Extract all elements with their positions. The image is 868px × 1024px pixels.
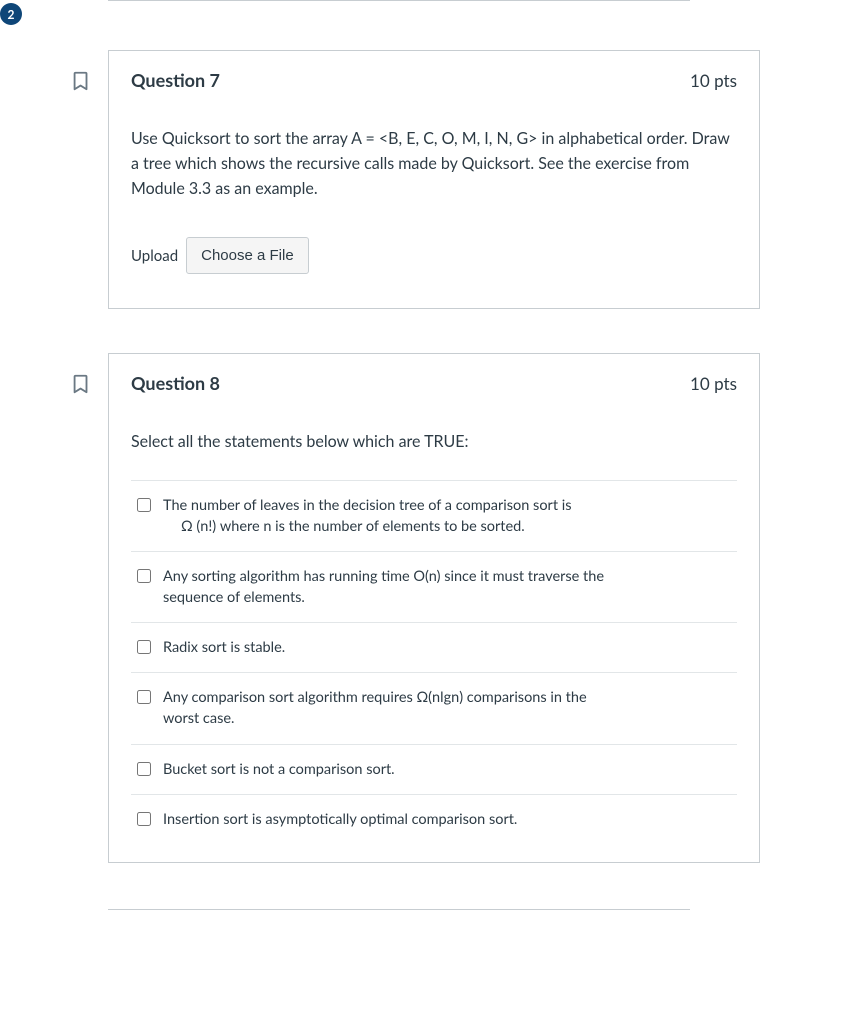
question-title: Question 8 bbox=[131, 372, 220, 394]
bookmark-icon[interactable] bbox=[70, 373, 92, 395]
option-row[interactable]: Any sorting algorithm has running time O… bbox=[131, 551, 737, 622]
option-checkbox[interactable] bbox=[137, 690, 151, 704]
option-text: The number of leaves in the decision tre… bbox=[163, 495, 572, 537]
option-row[interactable]: Insertion sort is asymptotically optimal… bbox=[131, 794, 737, 834]
question-body: Select all the statements below which ar… bbox=[109, 412, 759, 861]
question-prompt: Select all the statements below which ar… bbox=[131, 430, 737, 454]
choose-file-button[interactable]: Choose a File bbox=[186, 237, 309, 274]
option-row[interactable]: Bucket sort is not a comparison sort. bbox=[131, 744, 737, 794]
question-row: Question 7 10 pts Use Quicksort to sort … bbox=[70, 50, 760, 309]
option-row[interactable]: Any comparison sort algorithm requires Ω… bbox=[131, 672, 737, 743]
option-text: Any comparison sort algorithm requires Ω… bbox=[163, 687, 587, 729]
option-row[interactable]: The number of leaves in the decision tre… bbox=[131, 480, 737, 551]
option-text: Any sorting algorithm has running time O… bbox=[163, 566, 604, 608]
question-header: Question 7 10 pts bbox=[109, 51, 759, 109]
questions-container: Question 7 10 pts Use Quicksort to sort … bbox=[70, 0, 760, 863]
upload-label: Upload bbox=[131, 247, 178, 265]
option-checkbox[interactable] bbox=[137, 812, 151, 826]
question-points: 10 pts bbox=[690, 70, 737, 91]
top-divider bbox=[108, 0, 690, 1]
page-number-badge: 2 bbox=[0, 3, 22, 25]
question-prompt: Use Quicksort to sort the array A = <B, … bbox=[131, 127, 737, 201]
upload-section: Upload Choose a File bbox=[131, 237, 737, 274]
option-text: Bucket sort is not a comparison sort. bbox=[163, 759, 395, 780]
option-text: Radix sort is stable. bbox=[163, 637, 285, 658]
option-checkbox[interactable] bbox=[137, 498, 151, 512]
option-checkbox[interactable] bbox=[137, 569, 151, 583]
question-body: Use Quicksort to sort the array A = <B, … bbox=[109, 109, 759, 308]
question-header: Question 8 10 pts bbox=[109, 354, 759, 412]
bookmark-icon[interactable] bbox=[70, 70, 92, 92]
question-card-7: Question 7 10 pts Use Quicksort to sort … bbox=[108, 50, 760, 309]
bottom-divider bbox=[108, 909, 690, 919]
question-title: Question 7 bbox=[131, 69, 220, 91]
option-checkbox[interactable] bbox=[137, 640, 151, 654]
question-card-8: Question 8 10 pts Select all the stateme… bbox=[108, 353, 760, 862]
question-row: Question 8 10 pts Select all the stateme… bbox=[70, 353, 760, 862]
option-checkbox[interactable] bbox=[137, 762, 151, 776]
option-row[interactable]: Radix sort is stable. bbox=[131, 622, 737, 672]
option-text: Insertion sort is asymptotically optimal… bbox=[163, 809, 517, 830]
question-points: 10 pts bbox=[690, 373, 737, 394]
